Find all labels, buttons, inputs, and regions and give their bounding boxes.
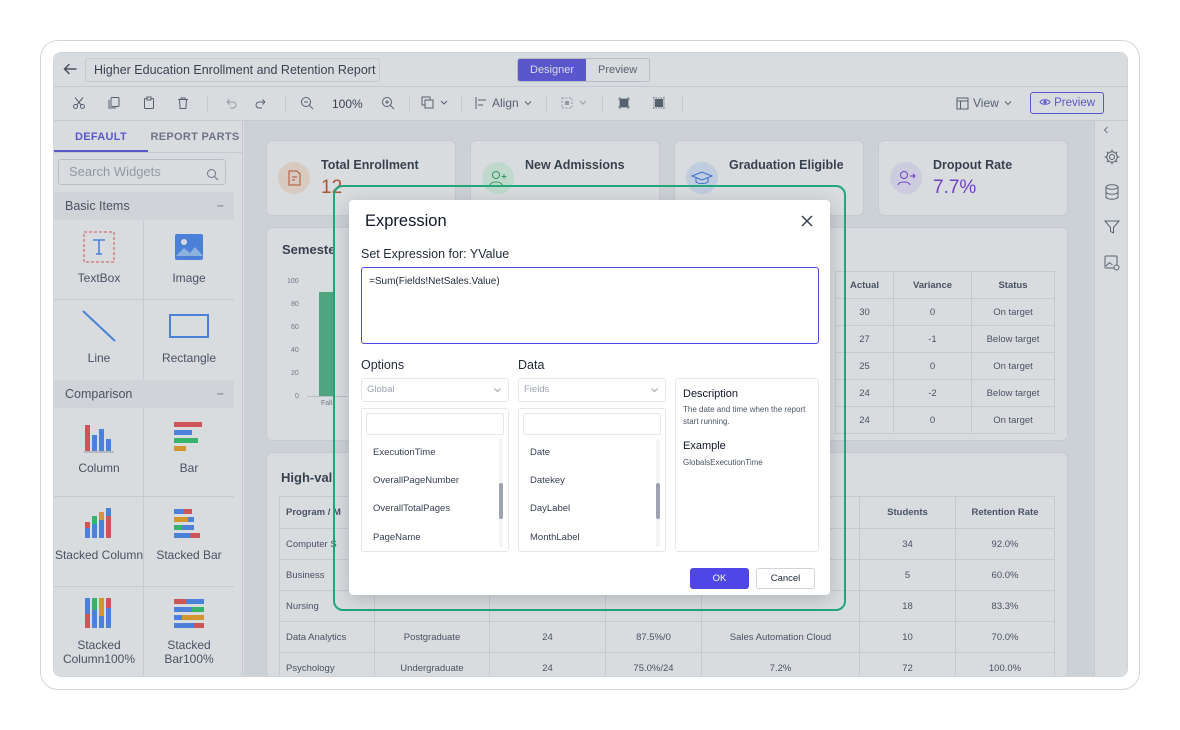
scrollbar-thumb[interactable] bbox=[656, 483, 660, 519]
description-text: The date and time when the report start … bbox=[683, 405, 806, 426]
dialog-subtitle: Set Expression for: YValue bbox=[361, 247, 510, 261]
ok-button[interactable]: OK bbox=[690, 568, 749, 589]
options-selected: Global bbox=[367, 384, 395, 395]
dialog-title: Expression bbox=[365, 212, 447, 230]
description-heading: Description bbox=[683, 388, 739, 400]
data-filter-input[interactable] bbox=[523, 413, 661, 435]
options-select[interactable]: Global bbox=[361, 378, 509, 402]
options-label: Options bbox=[361, 358, 405, 372]
list-item[interactable]: PageName bbox=[373, 532, 421, 543]
options-list: ExecutionTime OverallPageNumber OverallT… bbox=[361, 408, 509, 552]
cancel-button[interactable]: Cancel bbox=[756, 568, 815, 589]
expression-dialog: Expression Set Expression for: YValue =S… bbox=[349, 200, 830, 595]
data-select[interactable]: Fields bbox=[518, 378, 666, 402]
list-item[interactable]: DayLabel bbox=[530, 503, 570, 514]
example-text: GlobalsExecutionTime bbox=[683, 458, 763, 467]
description-panel: Description The date and time when the r… bbox=[675, 378, 819, 552]
expression-editor[interactable]: =Sum(Fields!NetSales.Value) bbox=[361, 267, 819, 344]
data-selected: Fields bbox=[524, 384, 550, 395]
chevron-down-icon bbox=[493, 379, 502, 410]
list-item[interactable]: MonthLabel bbox=[530, 532, 580, 543]
chevron-down-icon bbox=[650, 379, 659, 410]
list-item[interactable]: ExecutionTime bbox=[373, 447, 435, 458]
list-item[interactable]: OverallTotalPages bbox=[373, 503, 450, 514]
list-item[interactable]: Datekey bbox=[530, 475, 565, 486]
data-label: Data bbox=[518, 358, 545, 372]
data-fields-list: Date Datekey DayLabel MonthLabel bbox=[518, 408, 666, 552]
list-item[interactable]: OverallPageNumber bbox=[373, 475, 459, 486]
close-icon[interactable] bbox=[800, 212, 814, 233]
example-heading: Example bbox=[683, 440, 726, 452]
list-item[interactable]: Date bbox=[530, 447, 550, 458]
options-filter-input[interactable] bbox=[366, 413, 504, 435]
scrollbar-thumb[interactable] bbox=[499, 483, 503, 519]
